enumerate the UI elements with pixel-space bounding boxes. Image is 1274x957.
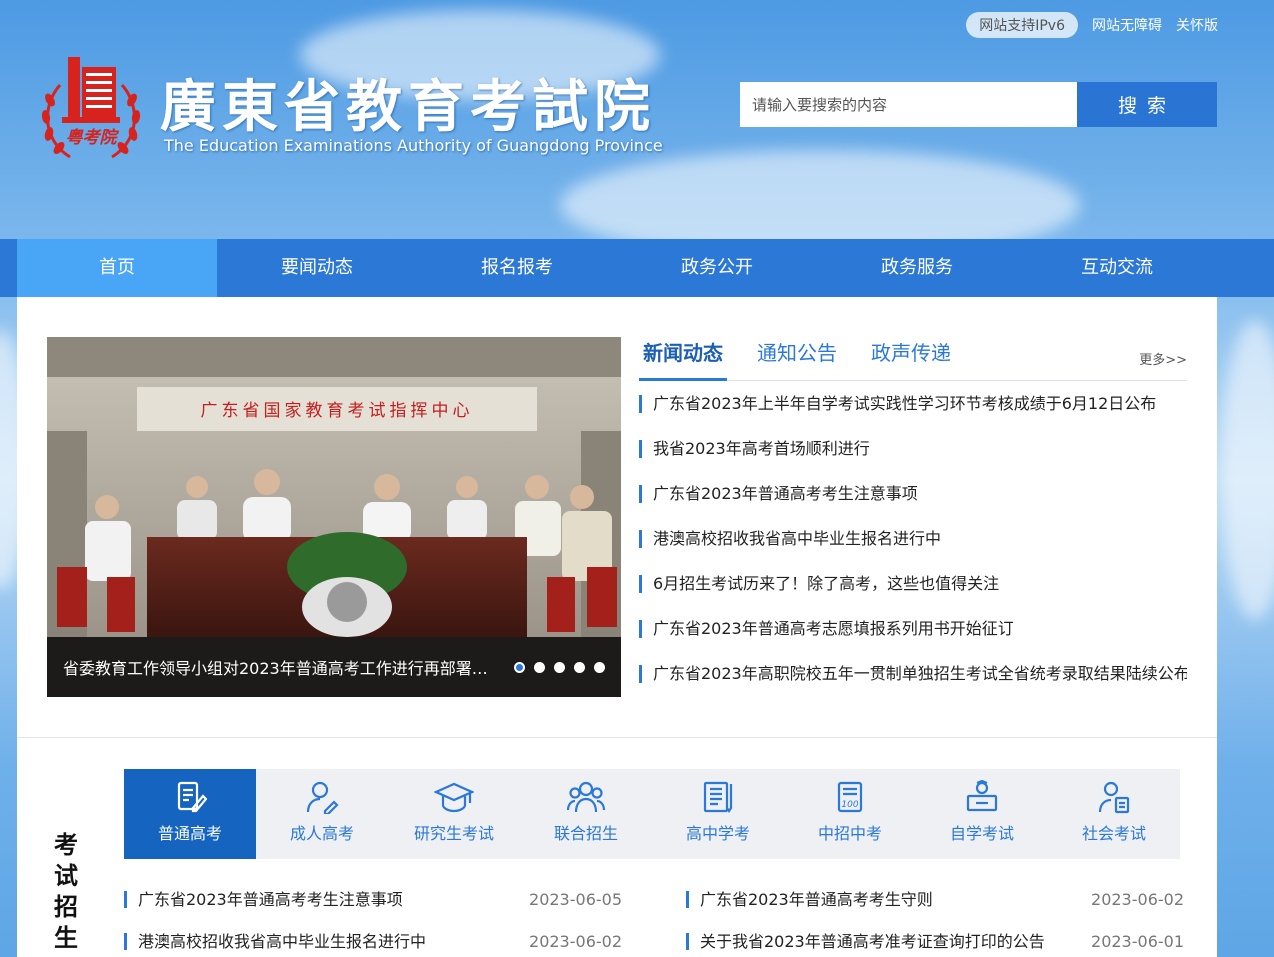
nav-item-government-affairs[interactable]: 政务公开 <box>617 239 817 297</box>
slider-dot[interactable] <box>594 661 605 673</box>
exam-tabs: 普通高考 成人高考 研究生考试 联合招生 高中学考 100 中招中考 自学考试 … <box>124 769 1180 859</box>
list-item[interactable]: 港澳高校招收我省高中毕业生报名进行中 2023-06-02 <box>124 920 622 957</box>
search-box: 搜索 <box>740 82 1217 127</box>
list-item-date: 2023-06-05 <box>529 889 622 909</box>
news-item[interactable]: 广东省2023年高职院校五年一贯制单独招生考试全省统考录取结果陆续公布 <box>639 665 1187 683</box>
exam-tab-label: 社会考试 <box>1081 824 1146 843</box>
score-sheet-icon: 100 <box>837 781 863 813</box>
tab-self-study-exam[interactable]: 自学考试 <box>916 769 1048 859</box>
exam-side-title: 考 试 招 生 <box>53 830 79 954</box>
slider-dots <box>514 661 605 673</box>
news-tabs: 新闻动态 通知公告 政声传递 更多>> <box>639 337 1187 381</box>
list-item-date: 2023-06-02 <box>529 931 622 951</box>
news-list: 广东省2023年上半年自学考试实践性学习环节考核成绩于6月12日公布 我省202… <box>639 395 1187 683</box>
nav-item-registration[interactable]: 报名报考 <box>417 239 617 297</box>
logo-emblem-icon: 粤考院 <box>41 57 141 159</box>
ipv6-badge: 网站支持IPv6 <box>966 12 1078 38</box>
nav-item-services[interactable]: 政务服务 <box>817 239 1017 297</box>
slide-caption[interactable]: 省委教育工作领导小组对2023年普通高考工作进行再部署再动员 <box>63 655 500 679</box>
list-item[interactable]: 广东省2023年普通高考考生守则 2023-06-02 <box>686 878 1184 920</box>
slider-dot[interactable] <box>554 661 565 673</box>
search-input[interactable] <box>740 82 1077 127</box>
exam-tab-label: 成人高考 <box>289 824 354 843</box>
nav-edge <box>0 239 17 297</box>
site-subtitle: The Education Examinations Authority of … <box>164 136 663 155</box>
list-item-date: 2023-06-02 <box>1091 889 1184 909</box>
document-edit-icon <box>177 781 207 813</box>
slider-dot[interactable] <box>574 661 585 673</box>
student-computer-icon <box>966 780 998 812</box>
nav-item-home[interactable]: 首页 <box>17 239 217 297</box>
tab-social-exam[interactable]: 社会考试 <box>1048 769 1180 859</box>
slide-photo: 广东省国家教育考试指挥中心 <box>47 337 621 637</box>
slider-dot[interactable] <box>514 661 525 673</box>
site-header: 网站支持IPv6 网站无障碍 关怀版 粤考院 廣東省教育考試院 The Educ… <box>0 0 1274 239</box>
list-item[interactable]: 广东省2023年普通高考考生注意事项 2023-06-05 <box>124 878 622 920</box>
exam-section: 考 试 招 生 普通高考 成人高考 研究生考试 联合招生 高中学考 100 中招… <box>17 737 1217 957</box>
main-panel: 广东省国家教育考试指挥中心 省委教育工作领导小组对2023年普通高考工作进行再部… <box>17 297 1217 737</box>
slide-banner: 广东省国家教育考试指挥中心 <box>201 401 474 421</box>
news-item[interactable]: 广东省2023年上半年自学考试实践性学习环节考核成绩于6月12日公布 <box>639 395 1187 413</box>
tab-adult-exam[interactable]: 成人高考 <box>256 769 388 859</box>
exam-tab-label: 高中学考 <box>685 824 750 843</box>
accessibility-link[interactable]: 网站无障碍 <box>1092 15 1162 35</box>
cloud-decoration <box>1220 320 1274 620</box>
nav-item-interaction[interactable]: 互动交流 <box>1017 239 1217 297</box>
list-item[interactable]: 关于我省2023年普通高考准考证查询打印的公告 2023-06-01 <box>686 920 1184 957</box>
news-item[interactable]: 我省2023年高考首场顺利进行 <box>639 440 1187 458</box>
exam-tab-label: 自学考试 <box>949 824 1014 843</box>
main-nav: 首页 要闻动态 报名报考 政务公开 政务服务 互动交流 <box>17 239 1274 297</box>
exam-news-list: 广东省2023年普通高考考生注意事项 2023-06-05 广东省2023年普通… <box>124 878 1184 957</box>
top-links: 网站支持IPv6 网站无障碍 关怀版 <box>966 12 1218 38</box>
users-group-icon <box>566 781 606 813</box>
more-link[interactable]: 更多>> <box>1139 349 1187 368</box>
news-item[interactable]: 广东省2023年普通高考考生注意事项 <box>639 485 1187 503</box>
user-document-icon <box>1098 781 1130 814</box>
site-title: 廣東省教育考試院 <box>160 74 656 140</box>
tab-joint-enrollment[interactable]: 联合招生 <box>520 769 652 859</box>
exam-tab-label: 普通高考 <box>157 824 222 843</box>
tab-notices[interactable]: 通知公告 <box>753 337 841 381</box>
tab-high-school-exam[interactable]: 高中学考 <box>652 769 784 859</box>
tab-gaokao[interactable]: 普通高考 <box>124 769 256 859</box>
tab-middle-school-exam[interactable]: 100 中招中考 <box>784 769 916 859</box>
exam-tab-label: 中招中考 <box>817 824 882 843</box>
nav-item-news[interactable]: 要闻动态 <box>217 239 417 297</box>
news-slider[interactable]: 广东省国家教育考试指挥中心 省委教育工作领导小组对2023年普通高考工作进行再部… <box>47 337 621 697</box>
slide-caption-bar: 省委教育工作领导小组对2023年普通高考工作进行再部署再动员 <box>47 637 621 697</box>
news-item[interactable]: 广东省2023年普通高考志愿填报系列用书开始征订 <box>639 620 1187 638</box>
tab-policy[interactable]: 政声传递 <box>867 337 955 381</box>
side-title-char: 考 <box>54 831 78 859</box>
side-title-char: 生 <box>54 924 78 952</box>
list-item-title: 广东省2023年普通高考考生守则 <box>686 890 933 908</box>
slider-dot[interactable] <box>534 661 545 673</box>
graduation-cap-icon <box>434 782 474 813</box>
exam-tab-label: 联合招生 <box>553 824 618 843</box>
list-item-date: 2023-06-01 <box>1091 931 1184 951</box>
tab-graduate-exam[interactable]: 研究生考试 <box>388 769 520 859</box>
svg-text:100: 100 <box>841 800 858 810</box>
user-edit-icon <box>306 781 339 814</box>
notebook-icon <box>703 781 733 813</box>
search-button[interactable]: 搜索 <box>1077 82 1217 127</box>
logo-text: 粤考院 <box>66 128 120 148</box>
side-title-char: 招 <box>54 893 78 921</box>
list-item-title: 港澳高校招收我省高中毕业生报名进行中 <box>124 932 426 950</box>
news-panel: 新闻动态 通知公告 政声传递 更多>> 广东省2023年上半年自学考试实践性学习… <box>639 337 1187 697</box>
care-mode-link[interactable]: 关怀版 <box>1176 15 1218 35</box>
side-title-char: 试 <box>54 862 78 890</box>
list-item-title: 关于我省2023年普通高考准考证查询打印的公告 <box>686 932 1045 950</box>
news-item[interactable]: 港澳高校招收我省高中毕业生报名进行中 <box>639 530 1187 548</box>
exam-tab-label: 研究生考试 <box>413 824 494 843</box>
list-item-title: 广东省2023年普通高考考生注意事项 <box>124 890 403 908</box>
tab-news[interactable]: 新闻动态 <box>639 337 727 381</box>
news-item[interactable]: 6月招生考试历来了！除了高考，这些也值得关注 <box>639 575 1187 593</box>
